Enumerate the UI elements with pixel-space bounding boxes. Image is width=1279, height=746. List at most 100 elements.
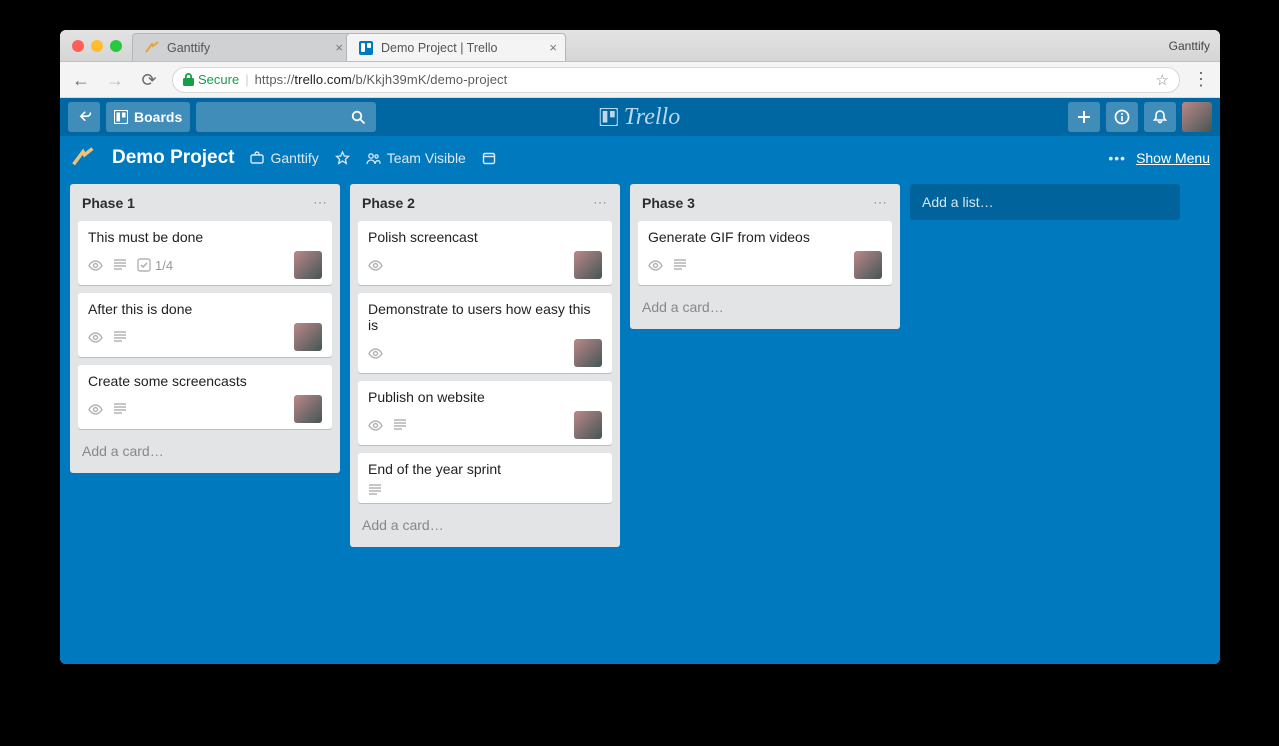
- user-avatar[interactable]: [1182, 102, 1212, 132]
- minimize-window-button[interactable]: [91, 40, 103, 52]
- browser-window: Ganttify × Demo Project | Trello × Gantt…: [60, 30, 1220, 664]
- add-card-button[interactable]: Add a card…: [78, 437, 332, 465]
- star-button[interactable]: [335, 151, 350, 166]
- secure-indicator: Secure: [183, 72, 239, 87]
- list-title[interactable]: Phase 1: [82, 195, 135, 211]
- back-arrow-icon: [76, 109, 92, 125]
- card[interactable]: End of the year sprint: [358, 453, 612, 503]
- member-avatar[interactable]: [294, 395, 322, 423]
- card[interactable]: Create some screencasts: [78, 365, 332, 429]
- description-icon: [393, 418, 407, 432]
- list: Phase 2 ⋯ Polish screencast Demonstrate to …: [350, 184, 620, 547]
- card[interactable]: Generate GIF from videos: [638, 221, 892, 285]
- browser-tab-trello[interactable]: Demo Project | Trello ×: [346, 33, 566, 61]
- list-header: Phase 3 ⋯: [638, 192, 892, 213]
- search-icon: [351, 110, 366, 125]
- member-avatar[interactable]: [574, 411, 602, 439]
- notifications-button[interactable]: [1144, 102, 1176, 132]
- card-title: Generate GIF from videos: [648, 229, 882, 245]
- member-avatar[interactable]: [294, 323, 322, 351]
- ellipsis-icon[interactable]: •••: [1108, 150, 1126, 166]
- nav-reload-button[interactable]: ⟳: [138, 71, 160, 89]
- card[interactable]: This must be done 1/4: [78, 221, 332, 285]
- card-badges: [648, 251, 882, 279]
- card-badges: [368, 251, 602, 279]
- trello-logo-text: Trello: [624, 104, 680, 131]
- card-title: This must be done: [88, 229, 322, 245]
- card-badges: [88, 395, 322, 423]
- address-field[interactable]: Secure | https://trello.com/b/Kkjh39mK/d…: [172, 67, 1180, 93]
- nav-forward-button[interactable]: →: [104, 71, 126, 89]
- add-list-button[interactable]: Add a list…: [910, 184, 1180, 220]
- briefcase-icon: [250, 151, 264, 165]
- watch-icon: [88, 330, 103, 345]
- card-badges: [88, 323, 322, 351]
- list-menu-button[interactable]: ⋯: [593, 194, 608, 211]
- list-title[interactable]: Phase 2: [362, 195, 415, 211]
- list-header: Phase 2 ⋯: [358, 192, 612, 213]
- org-name: Ganttify: [270, 150, 318, 166]
- member-avatar[interactable]: [294, 251, 322, 279]
- add-card-button[interactable]: Add a card…: [358, 511, 612, 539]
- card[interactable]: Publish on website: [358, 381, 612, 445]
- trello-logo-icon: [600, 108, 618, 126]
- card[interactable]: Polish screencast: [358, 221, 612, 285]
- tab-title: Demo Project | Trello: [381, 41, 497, 55]
- watch-icon: [368, 418, 383, 433]
- ganttify-favicon: [145, 41, 159, 55]
- list-title[interactable]: Phase 3: [642, 195, 695, 211]
- boards-button[interactable]: Boards: [106, 102, 190, 132]
- list: Phase 3 ⋯ Generate GIF from videos Add a ca…: [630, 184, 900, 329]
- profile-name[interactable]: Ganttify: [1169, 39, 1210, 53]
- visibility-chip[interactable]: Team Visible: [366, 150, 466, 166]
- card[interactable]: After this is done: [78, 293, 332, 357]
- info-button[interactable]: [1106, 102, 1138, 132]
- close-tab-icon[interactable]: ×: [549, 40, 557, 55]
- watch-icon: [88, 402, 103, 417]
- nav-back-button[interactable]: ←: [70, 71, 92, 89]
- description-icon: [113, 258, 127, 272]
- card-title: Publish on website: [368, 389, 602, 405]
- browser-menu-button[interactable]: ⋮: [1192, 69, 1210, 90]
- calendar-button[interactable]: [482, 151, 496, 165]
- create-button[interactable]: [1068, 102, 1100, 132]
- watch-icon: [648, 258, 663, 273]
- trello-app: Boards Trello: [60, 98, 1220, 664]
- browser-tab-ganttify[interactable]: Ganttify ×: [132, 33, 352, 61]
- back-to-home-button[interactable]: [68, 102, 100, 132]
- watch-icon: [368, 258, 383, 273]
- tab-title: Ganttify: [167, 41, 210, 55]
- board-menu: ••• Show Menu: [1108, 150, 1210, 166]
- member-avatar[interactable]: [574, 251, 602, 279]
- bookmark-star-icon[interactable]: ☆: [1156, 71, 1169, 89]
- board-header: Demo Project Ganttify Team Visible ••• S…: [60, 136, 1220, 180]
- window-controls: [72, 40, 122, 52]
- member-avatar[interactable]: [854, 251, 882, 279]
- url-text: https://trello.com/b/Kkjh39mK/demo-proje…: [255, 72, 508, 87]
- plus-icon: [1077, 110, 1091, 124]
- card-badges: 1/4: [88, 251, 322, 279]
- add-card-button[interactable]: Add a card…: [638, 293, 892, 321]
- trello-logo[interactable]: Trello: [600, 104, 680, 131]
- card-title: Polish screencast: [368, 229, 602, 245]
- list-header: Phase 1 ⋯: [78, 192, 332, 213]
- card[interactable]: Demonstrate to users how easy this is: [358, 293, 612, 373]
- visibility-label: Team Visible: [387, 150, 466, 166]
- card-badges: [368, 339, 602, 367]
- show-menu-link[interactable]: Show Menu: [1136, 150, 1210, 166]
- trello-favicon: [359, 41, 373, 55]
- close-tab-icon[interactable]: ×: [335, 40, 343, 55]
- list-menu-button[interactable]: ⋯: [873, 194, 888, 211]
- member-avatar[interactable]: [574, 339, 602, 367]
- list-menu-button[interactable]: ⋯: [313, 194, 328, 211]
- org-chip[interactable]: Ganttify: [250, 150, 318, 166]
- description-icon: [113, 402, 127, 416]
- card-badges: [368, 411, 602, 439]
- search-input[interactable]: [196, 102, 376, 132]
- info-icon: [1114, 109, 1130, 125]
- maximize-window-button[interactable]: [110, 40, 122, 52]
- card-title: Demonstrate to users how easy this is: [368, 301, 602, 333]
- secure-label: Secure: [198, 72, 239, 87]
- close-window-button[interactable]: [72, 40, 84, 52]
- board-title[interactable]: Demo Project: [112, 147, 234, 169]
